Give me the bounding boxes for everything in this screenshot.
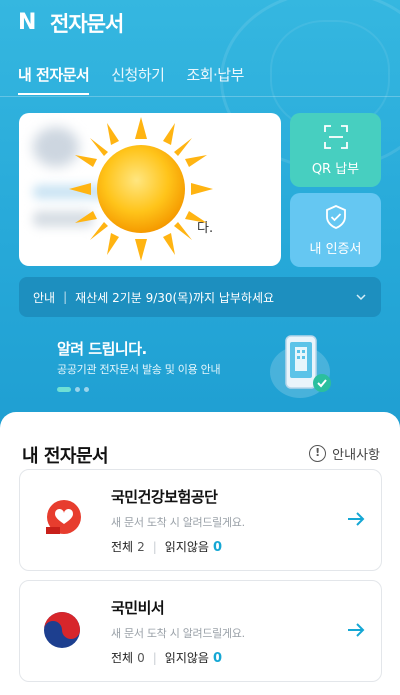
shield-check-icon — [325, 204, 346, 229]
naver-logo-icon: N — [18, 10, 36, 35]
document-card[interactable]: 다. — [19, 113, 281, 266]
tab-apply[interactable]: 신청하기 — [111, 64, 165, 95]
tab-inquiry-payment[interactable]: 조회·납부 — [186, 64, 244, 95]
tab-divider — [0, 96, 400, 97]
unread-count: 0 — [212, 540, 222, 555]
app-title: 전자문서 — [50, 12, 124, 36]
stats-separator: | — [152, 540, 157, 554]
qr-payment-label: QR 납부 — [311, 161, 360, 177]
arrow-right-icon[interactable] — [345, 508, 367, 530]
total-label: 전체 — [111, 651, 134, 665]
unread-count: 0 — [212, 651, 222, 666]
carousel-dot-active[interactable] — [57, 387, 71, 392]
unread-label: 읽지않음 — [164, 540, 209, 554]
nhis-logo-icon — [46, 500, 81, 534]
tab-my-documents[interactable]: 내 전자문서 — [18, 64, 90, 95]
info-link[interactable]: ! 안내사항 — [309, 444, 380, 463]
app-header: N 전자문서 — [18, 8, 124, 38]
notice-bar[interactable]: 안내 | 재산세 2기분 9/30(목)까지 납부하세요 — [19, 277, 381, 317]
stats-separator: | — [152, 651, 157, 665]
org-stats: 전체 0 | 읽지않음 0 — [111, 649, 222, 666]
phone-document-illustration — [270, 335, 331, 398]
carousel-dot[interactable] — [84, 387, 89, 392]
carousel-indicator — [57, 387, 89, 392]
org-name: 국민건강보험공단 — [111, 488, 218, 506]
arrow-right-icon[interactable] — [345, 619, 367, 641]
info-label: 안내사항 — [332, 448, 380, 463]
carousel-dot[interactable] — [75, 387, 80, 392]
exclamation-circle-icon: ! — [309, 445, 327, 462]
my-certificate-label: 내 인증서 — [309, 241, 362, 257]
chevron-down-icon — [356, 294, 366, 301]
org-description: 새 문서 도착 시 알려드릴게요. — [111, 627, 245, 640]
org-name: 국민비서 — [111, 599, 165, 617]
my-certificate-button[interactable]: 내 인증서 — [290, 193, 381, 267]
notice-separator: | — [63, 290, 68, 304]
total-count: 2 — [137, 540, 145, 554]
top-section: N 전자문서 내 전자문서 신청하기 조회·납부 다. QR 납부 내 인증서 … — [0, 0, 400, 430]
sun-icon — [69, 117, 213, 261]
notice-text: 재산세 2기분 9/30(목)까지 납부하세요 — [75, 290, 275, 305]
org-card-nhis[interactable]: 국민건강보험공단 새 문서 도착 시 알려드릴게요. 전체 2 | 읽지않음 0 — [19, 469, 382, 571]
taegeuk-icon — [44, 612, 80, 648]
unread-label: 읽지않음 — [164, 651, 209, 665]
qr-scan-icon — [323, 124, 348, 149]
total-count: 0 — [137, 651, 145, 665]
banner-subtitle: 공공기관 전자문서 발송 및 이용 안내 — [57, 363, 221, 376]
notice-tag: 안내 — [33, 290, 56, 305]
qr-payment-button[interactable]: QR 납부 — [290, 113, 381, 187]
org-stats: 전체 2 | 읽지않음 0 — [111, 538, 222, 555]
banner-title[interactable]: 알려 드립니다. — [57, 338, 147, 359]
section-title: 내 전자문서 — [22, 446, 109, 467]
total-label: 전체 — [111, 540, 134, 554]
org-description: 새 문서 도착 시 알려드릴게요. — [111, 516, 245, 529]
tab-bar: 내 전자문서 신청하기 조회·납부 — [18, 64, 244, 95]
my-documents-sheet: 내 전자문서 ! 안내사항 국민건강보험공단 새 문서 도착 시 알려드릴게요.… — [0, 412, 400, 695]
org-card-gukmin-biseo[interactable]: 국민비서 새 문서 도착 시 알려드릴게요. 전체 0 | 읽지않음 0 — [19, 580, 382, 682]
